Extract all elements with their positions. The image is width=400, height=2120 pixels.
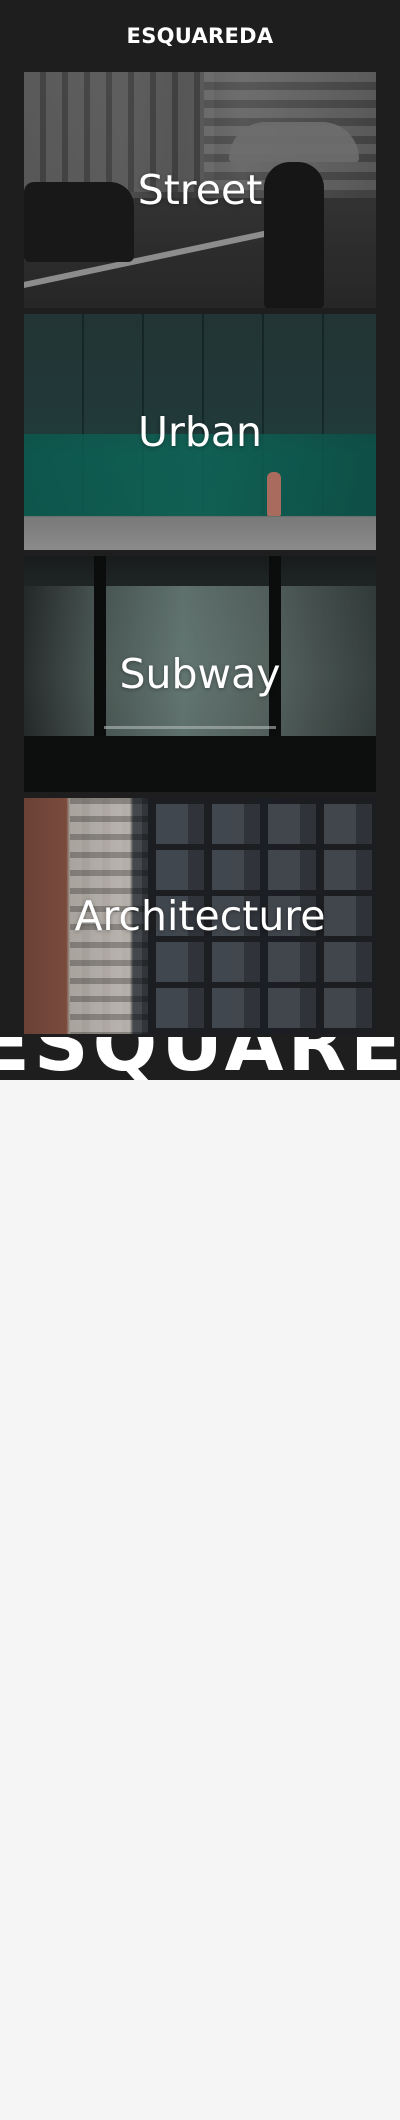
gallery-card-urban[interactable]: Urban: [24, 314, 376, 550]
gallery-card-subway[interactable]: Subway: [24, 556, 376, 792]
card-title: Architecture: [74, 892, 326, 940]
card-title: Urban: [137, 408, 262, 456]
site-header: ESQUAREDA: [0, 0, 400, 72]
gallery-card-street[interactable]: Street: [24, 72, 376, 308]
page: ESQUAREDA Street Urban Subway Architectu…: [0, 0, 400, 1080]
gallery-card-architecture[interactable]: Architecture: [24, 798, 376, 1034]
card-title: Street: [137, 166, 263, 214]
gallery: Street Urban Subway Architecture: [24, 72, 376, 1040]
brand-logo-link[interactable]: ESQUAREDA: [127, 24, 274, 48]
card-title: Subway: [119, 650, 281, 698]
footer-marquee: ESQUAREDA: [0, 1037, 400, 1080]
footer-marquee-text: ESQUAREDA: [0, 1037, 400, 1080]
